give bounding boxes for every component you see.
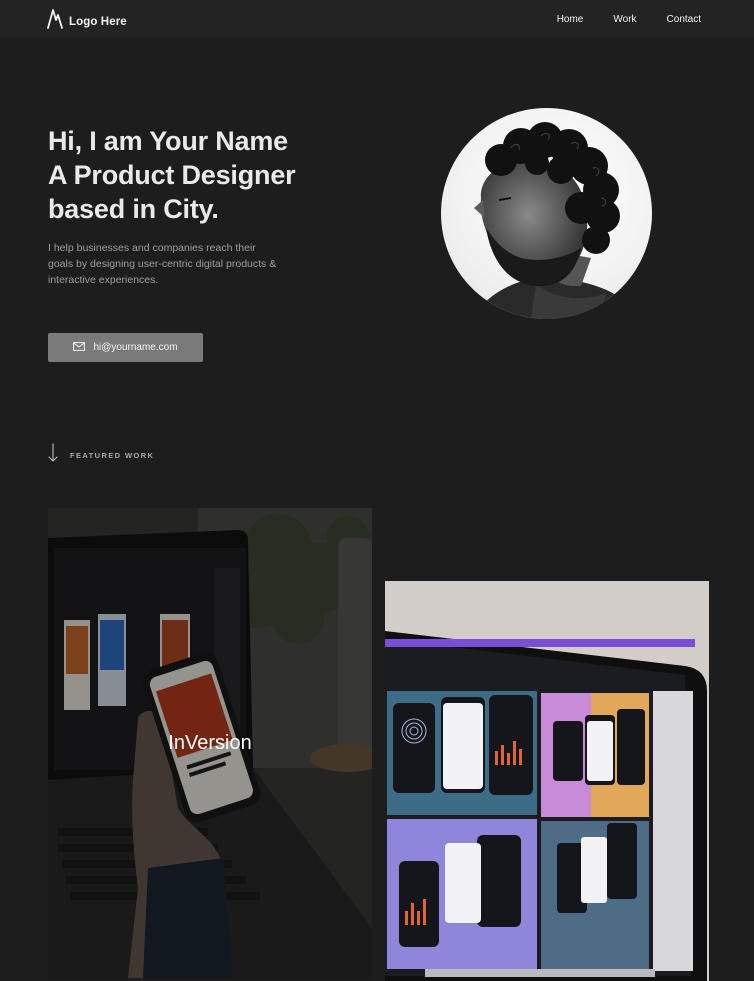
hero-title: Hi, I am Your Name A Product Designer ba… [48, 124, 378, 226]
featured-work-header: FEATURED WORK [48, 443, 154, 468]
project-image-wallet [385, 581, 709, 981]
featured-work-label: FEATURED WORK [70, 451, 155, 460]
nav-links: Home Work Contact [527, 0, 701, 38]
project-card-inversion[interactable]: InVersion [48, 508, 372, 978]
hero-title-line-1: Hi, I am Your Name [48, 126, 288, 156]
email-button-label: hi@yourname.com [93, 342, 178, 353]
nav-link-contact[interactable]: Contact [667, 14, 701, 25]
project-card-wallet[interactable] [385, 581, 709, 981]
top-nav: Logo Here Home Work Contact [0, 0, 754, 38]
hero-title-line-2: A Product Designer [48, 160, 296, 190]
project-title-inversion: InVersion [168, 732, 252, 754]
mail-icon [73, 341, 86, 354]
hero-title-line-3: based in City. [48, 194, 219, 224]
nav-link-work[interactable]: Work [613, 14, 636, 25]
logo[interactable]: Logo Here [47, 8, 127, 35]
hero-description: I help businesses and companies reach th… [48, 242, 277, 286]
email-button[interactable]: hi@yourname.com [48, 333, 203, 362]
arrow-down-icon [48, 443, 58, 468]
nav-link-home[interactable]: Home [557, 14, 584, 25]
logo-text: Logo Here [69, 15, 127, 28]
logo-icon [47, 8, 63, 35]
profile-photo [441, 108, 652, 319]
